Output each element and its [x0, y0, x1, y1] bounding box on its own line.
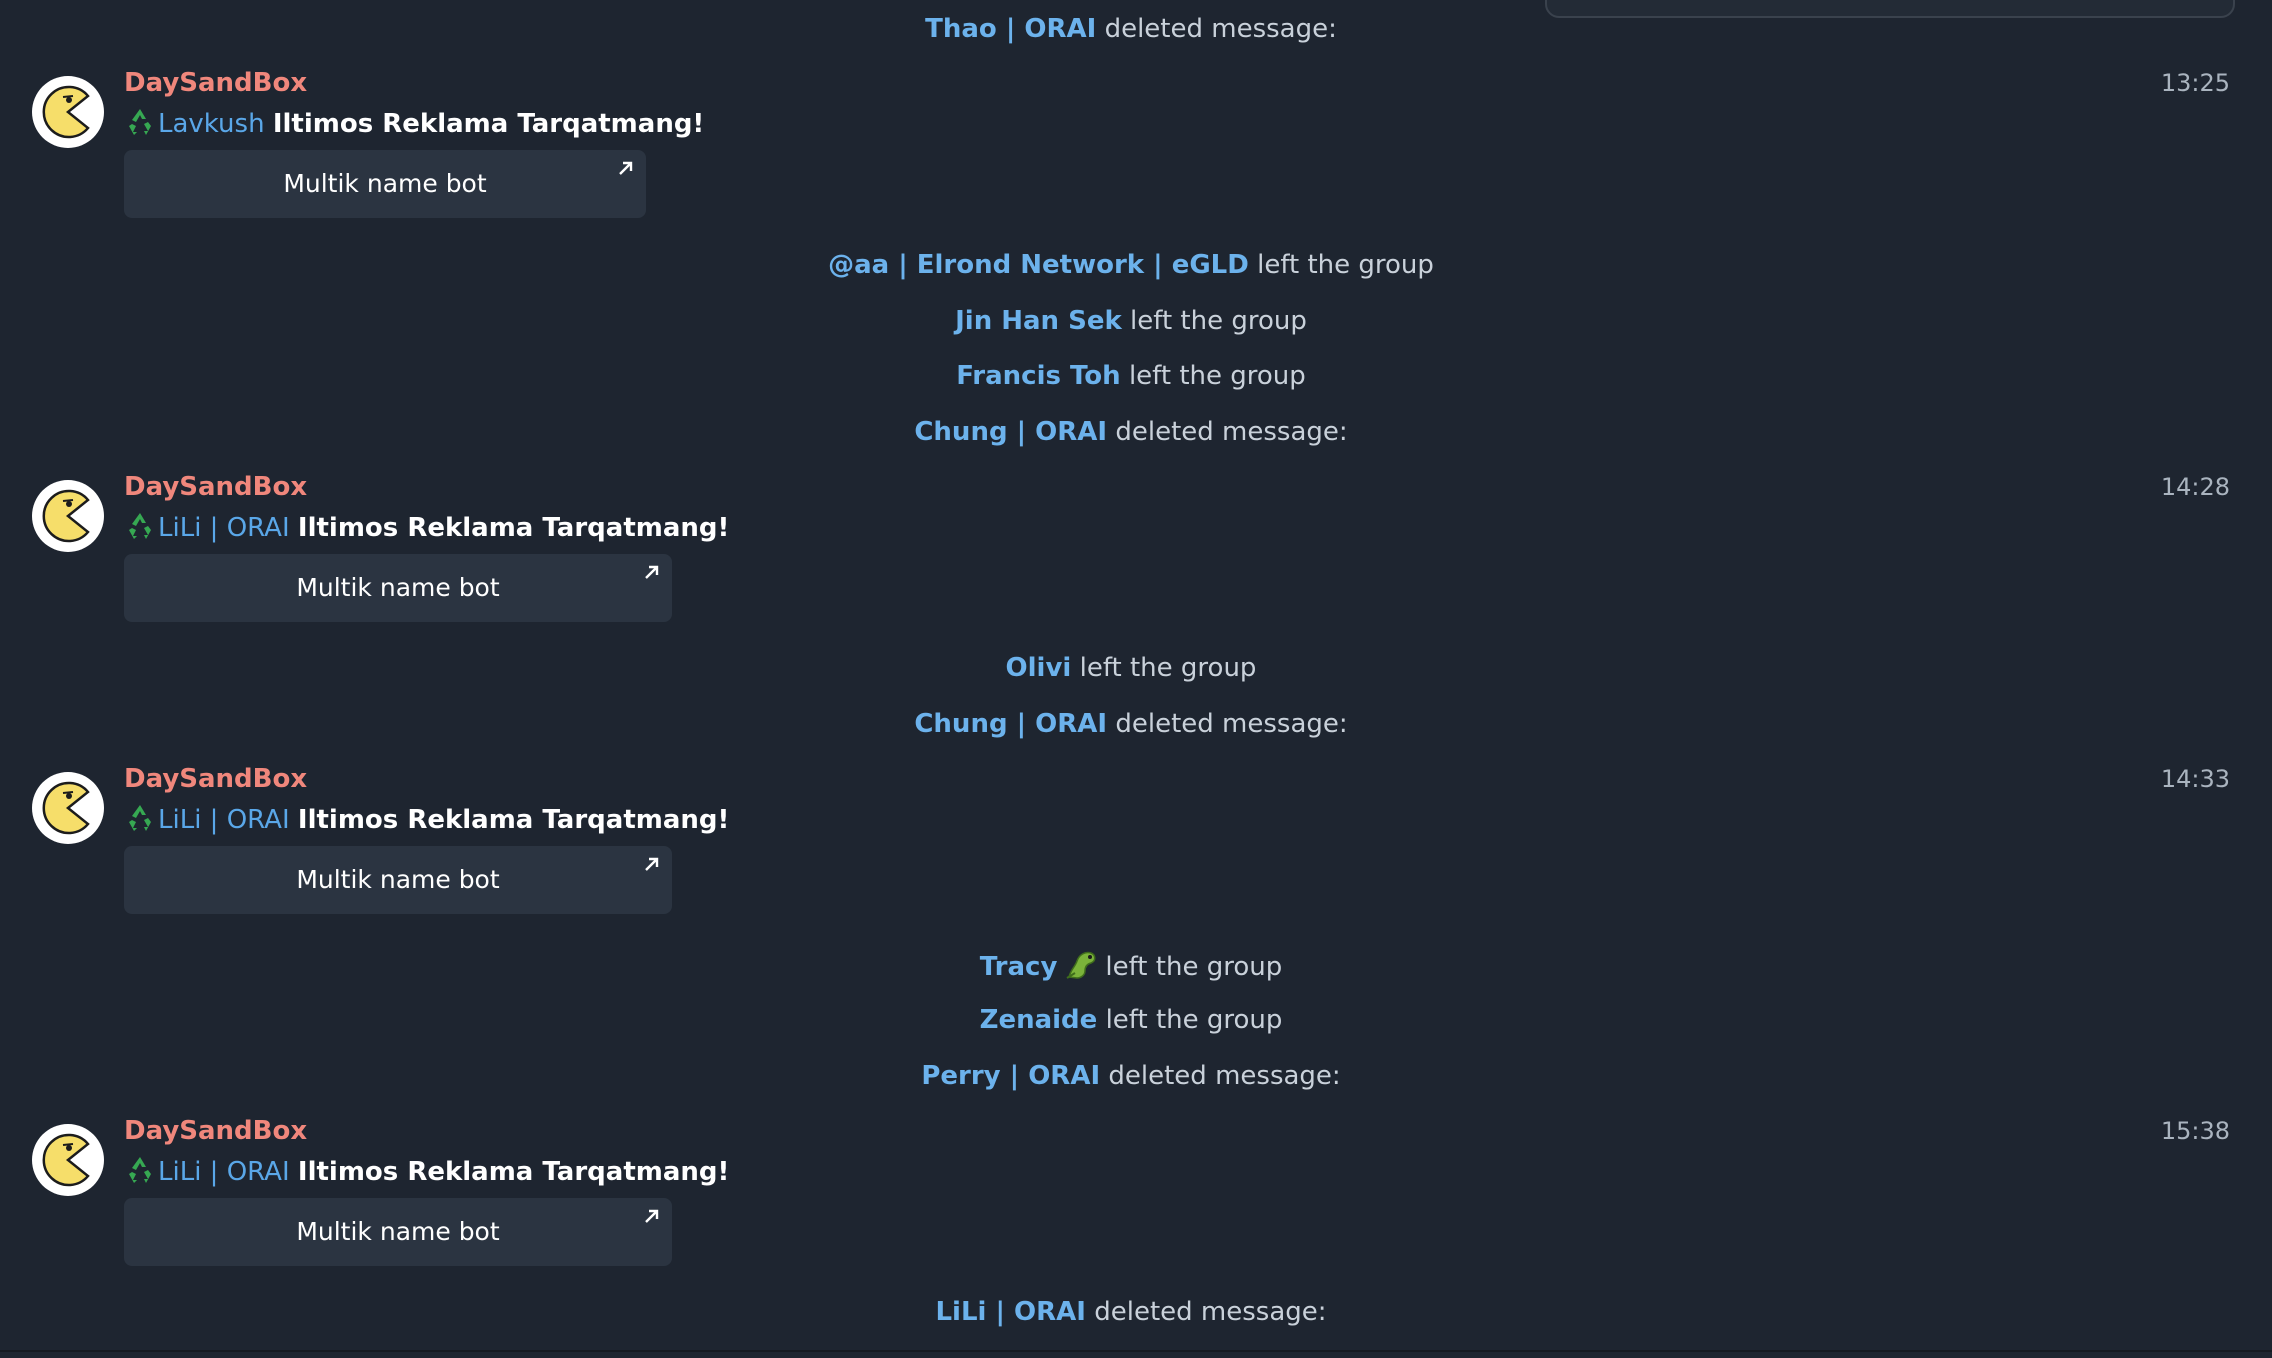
service-user-link[interactable]: Olivi: [1006, 653, 1072, 683]
user-mention-link[interactable]: LiLi | ORAI: [158, 1157, 290, 1187]
service-user-link[interactable]: LiLi | ORAI: [935, 1297, 1085, 1327]
recycle-emoji-icon: [124, 1154, 156, 1195]
inline-button-label: Multik name bot: [296, 573, 500, 602]
chat-message: DaySandBox 13:25 Lavkush Iltimos Reklama…: [0, 66, 2272, 226]
user-mention-link[interactable]: LiLi | ORAI: [158, 513, 290, 543]
service-user-link[interactable]: Chung | ORAI: [914, 709, 1107, 739]
service-action-text: left the group: [1105, 952, 1283, 982]
inline-bot-button[interactable]: Multik name bot: [124, 150, 646, 218]
chat-message: DaySandBox 14:33 LiLi | ORAI Iltimos Rek…: [0, 762, 2272, 922]
message-body: Iltimos Reklama Tarqatmang!: [297, 805, 730, 835]
service-user-link[interactable]: Zenaide: [980, 1005, 1098, 1035]
message-body: Iltimos Reklama Tarqatmang!: [297, 513, 730, 543]
service-message: LiLi | ORAI deleted message:: [0, 1295, 2262, 1329]
service-message: Zenaide left the group: [0, 1003, 2262, 1037]
message-text: LiLi | ORAI Iltimos Reklama Tarqatmang!: [124, 802, 729, 843]
pacman-avatar-icon[interactable]: [32, 1124, 104, 1196]
service-user-link[interactable]: Perry | ORAI: [921, 1061, 1100, 1091]
message-time: 14:33: [2160, 765, 2230, 793]
message-time: 15:38: [2160, 1117, 2230, 1145]
message-time: 14:28: [2160, 473, 2230, 501]
service-message: Chung | ORAI deleted message:: [0, 415, 2262, 449]
service-message: Jin Han Sek left the group: [0, 304, 2262, 338]
service-user-link[interactable]: @aa | Elrond Network | eGLD: [828, 250, 1249, 280]
service-message: Thao | ORAI deleted message:: [0, 12, 2262, 46]
service-message: Francis Toh left the group: [0, 359, 2262, 393]
message-text: Lavkush Iltimos Reklama Tarqatmang!: [124, 106, 704, 147]
service-message: Chung | ORAI deleted message:: [0, 707, 2262, 741]
service-action-text: deleted message:: [1115, 417, 1348, 447]
message-sender[interactable]: DaySandBox: [124, 470, 307, 504]
service-action-text: left the group: [1257, 250, 1434, 280]
message-text: LiLi | ORAI Iltimos Reklama Tarqatmang!: [124, 510, 729, 551]
service-action-text: left the group: [1079, 653, 1257, 683]
service-message: Perry | ORAI deleted message:: [0, 1059, 2262, 1093]
inline-bot-button[interactable]: Multik name bot: [124, 554, 672, 622]
service-user-link[interactable]: Thao | ORAI: [925, 14, 1096, 44]
inline-button-label: Multik name bot: [296, 865, 500, 894]
external-arrow-icon: [645, 857, 659, 871]
service-action-text: deleted message:: [1104, 14, 1337, 44]
service-user-link[interactable]: Chung | ORAI: [914, 417, 1107, 447]
service-action-text: deleted message:: [1115, 709, 1348, 739]
external-arrow-icon: [619, 161, 633, 175]
message-sender[interactable]: DaySandBox: [124, 66, 307, 100]
message-text: LiLi | ORAI Iltimos Reklama Tarqatmang!: [124, 1154, 729, 1195]
service-message: Tracy left the group: [0, 947, 2262, 990]
dinosaur-emoji-icon: [1063, 947, 1099, 990]
inline-bot-button[interactable]: Multik name bot: [124, 846, 672, 914]
chat-message: DaySandBox 15:38 LiLi | ORAI Iltimos Rek…: [0, 1114, 2272, 1274]
service-user-link[interactable]: Jin Han Sek: [955, 306, 1122, 336]
service-user-link[interactable]: Francis Toh: [956, 361, 1120, 391]
pacman-avatar-icon[interactable]: [32, 76, 104, 148]
divider: [0, 1350, 2272, 1352]
recycle-emoji-icon: [124, 510, 156, 551]
service-message: @aa | Elrond Network | eGLD left the gro…: [0, 248, 2262, 282]
pacman-avatar-icon[interactable]: [32, 772, 104, 844]
service-action-text: deleted message:: [1094, 1297, 1327, 1327]
inline-bot-button[interactable]: Multik name bot: [124, 1198, 672, 1266]
user-mention-link[interactable]: LiLi | ORAI: [158, 805, 290, 835]
user-mention-link[interactable]: Lavkush: [158, 109, 265, 139]
external-arrow-icon: [645, 565, 659, 579]
recycle-emoji-icon: [124, 802, 156, 843]
message-sender[interactable]: DaySandBox: [124, 1114, 307, 1148]
message-body: Iltimos Reklama Tarqatmang!: [272, 109, 705, 139]
service-action-text: left the group: [1130, 306, 1307, 336]
chat-message: DaySandBox 14:28 LiLi | ORAI Iltimos Rek…: [0, 470, 2272, 630]
inline-button-label: Multik name bot: [296, 1217, 500, 1246]
service-action-text: left the group: [1105, 1005, 1283, 1035]
service-user-link[interactable]: Tracy: [980, 952, 1058, 982]
service-action-text: deleted message:: [1108, 1061, 1341, 1091]
message-body: Iltimos Reklama Tarqatmang!: [297, 1157, 730, 1187]
service-action-text: left the group: [1128, 361, 1306, 391]
recycle-emoji-icon: [124, 106, 156, 147]
message-time: 13:25: [2160, 69, 2230, 97]
service-message: Olivi left the group: [0, 651, 2262, 685]
message-sender[interactable]: DaySandBox: [124, 762, 307, 796]
inline-button-label: Multik name bot: [283, 169, 487, 198]
pacman-avatar-icon[interactable]: [32, 480, 104, 552]
external-arrow-icon: [645, 1209, 659, 1223]
